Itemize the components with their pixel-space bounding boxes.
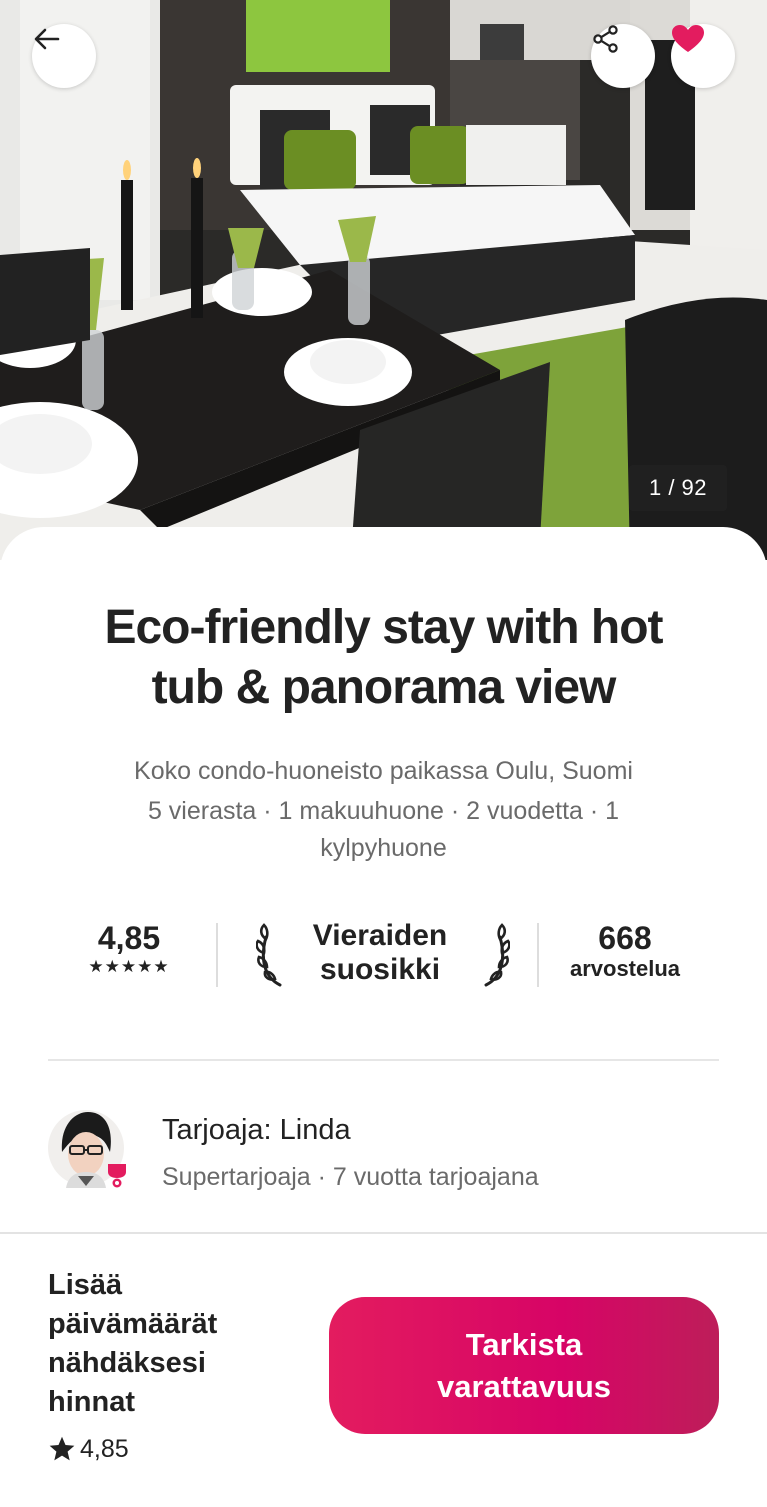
stats-row[interactable]: 4,85 ★★★★★ Vieraiden suosikki 668 arvost… [0, 915, 767, 995]
divider [537, 923, 539, 987]
booking-rating: 4,85 [48, 1432, 129, 1466]
back-button[interactable] [32, 24, 96, 88]
rating-stars: ★★★★★ [88, 957, 170, 976]
cta-line-2: varattavuus [436, 1368, 612, 1404]
share-button[interactable] [591, 24, 655, 88]
host-subtitle: Supertarjoaja · 7 vuotta tarjoajana [162, 1163, 539, 1191]
laurel-right-icon [484, 923, 510, 987]
rating-value: 4,85 [97, 920, 161, 956]
divider [216, 923, 218, 987]
host-name: Tarjoaja: Linda [162, 1114, 351, 1146]
listing-title: Eco-friendly stay with hot tub & panoram… [40, 598, 727, 718]
add-dates-line-3: nähdäksesi [48, 1347, 206, 1379]
guest-favorite-line-2: suosikki [319, 953, 441, 986]
add-dates-line-4: hinnat [48, 1386, 135, 1418]
listing-title-line-1: Eco-friendly stay with hot [104, 601, 663, 654]
listing-title-line-2: tub & panorama view [151, 661, 617, 714]
photo-counter: 1 / 92 [629, 465, 727, 511]
listing-photo[interactable]: 1 / 92 [0, 0, 767, 560]
booking-rating-value: 4,85 [80, 1435, 129, 1463]
guest-favorite-line-1: Vieraiden [312, 919, 448, 952]
superhost-badge-icon [108, 1164, 126, 1188]
rating-stat[interactable]: 4,85 ★★★★★ [70, 920, 188, 978]
listing-location: Koko condo-huoneisto paikassa Oulu, Suom… [134, 757, 633, 785]
heart-icon [672, 25, 704, 52]
host-avatar[interactable] [48, 1108, 128, 1188]
star-icon [49, 1436, 75, 1461]
check-availability-button[interactable]: Tarkista varattavuus [329, 1297, 719, 1434]
add-dates-line-1: Lisää [48, 1269, 123, 1301]
reviews-label: arvostelua [569, 956, 681, 981]
listing-details-line-1: 5 vierasta · 1 makuuhuone · 2 vuodetta ·… [147, 797, 620, 825]
favorite-button[interactable] [671, 24, 735, 88]
reviews-stat[interactable]: 668 arvostelua [560, 920, 690, 982]
listing-details-line-2: kylpyhuone [320, 834, 447, 862]
cta-line-1: Tarkista [465, 1326, 583, 1362]
section-divider [48, 1059, 719, 1061]
share-icon [593, 25, 618, 53]
add-dates-line-2: päivämäärät [48, 1308, 218, 1340]
laurel-left-icon [256, 923, 282, 987]
guest-favorite-badge[interactable]: Vieraiden suosikki [250, 915, 510, 995]
guest-favorite-label: Vieraiden suosikki [300, 919, 460, 987]
add-dates-prompt[interactable]: Lisää päivämäärät nähdäksesi hinnat [48, 1266, 278, 1422]
arrow-left-icon [34, 28, 60, 50]
reviews-count: 668 [598, 920, 652, 956]
